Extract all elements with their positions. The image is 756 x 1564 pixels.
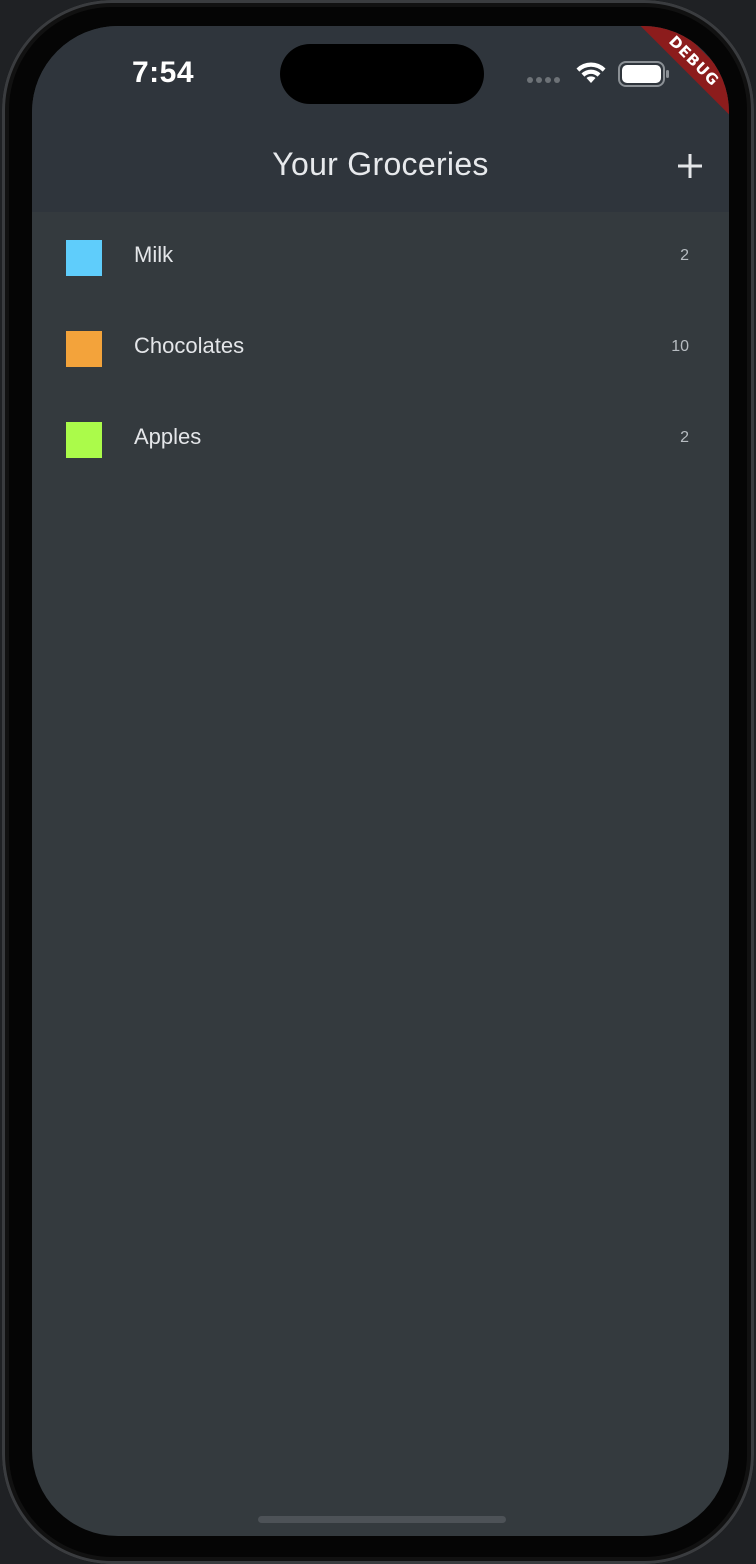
item-quantity: 2 [680, 429, 689, 446]
item-quantity: 10 [671, 338, 689, 355]
phone-frame: 7:54 DEBUG Your Groceries Milk 2 Chocola… [2, 0, 754, 1564]
grocery-item[interactable]: Apples 2 [32, 394, 729, 485]
category-color-swatch [66, 422, 102, 458]
item-quantity: 2 [680, 247, 689, 264]
app-screen: 7:54 DEBUG Your Groceries Milk 2 Chocola… [32, 26, 729, 1536]
cellular-signal-icon [527, 77, 560, 83]
app-bar: 7:54 DEBUG Your Groceries [32, 26, 729, 212]
home-indicator[interactable] [258, 1516, 506, 1523]
grocery-item[interactable]: Milk 2 [32, 212, 729, 303]
item-name: Chocolates [134, 333, 245, 358]
battery-icon [618, 61, 669, 87]
grocery-item[interactable]: Chocolates 10 [32, 303, 729, 394]
plus-icon [678, 154, 702, 178]
item-name: Milk [134, 242, 174, 267]
grocery-list: Milk 2 Chocolates 10 Apples 2 [32, 212, 729, 485]
category-color-swatch [66, 331, 102, 367]
dynamic-island [280, 44, 484, 104]
status-time: 7:54 [132, 56, 195, 89]
category-color-swatch [66, 240, 102, 276]
page-title: Your Groceries [272, 146, 489, 182]
wifi-icon [576, 62, 606, 83]
item-name: Apples [134, 424, 202, 449]
add-item-button[interactable] [672, 148, 708, 184]
